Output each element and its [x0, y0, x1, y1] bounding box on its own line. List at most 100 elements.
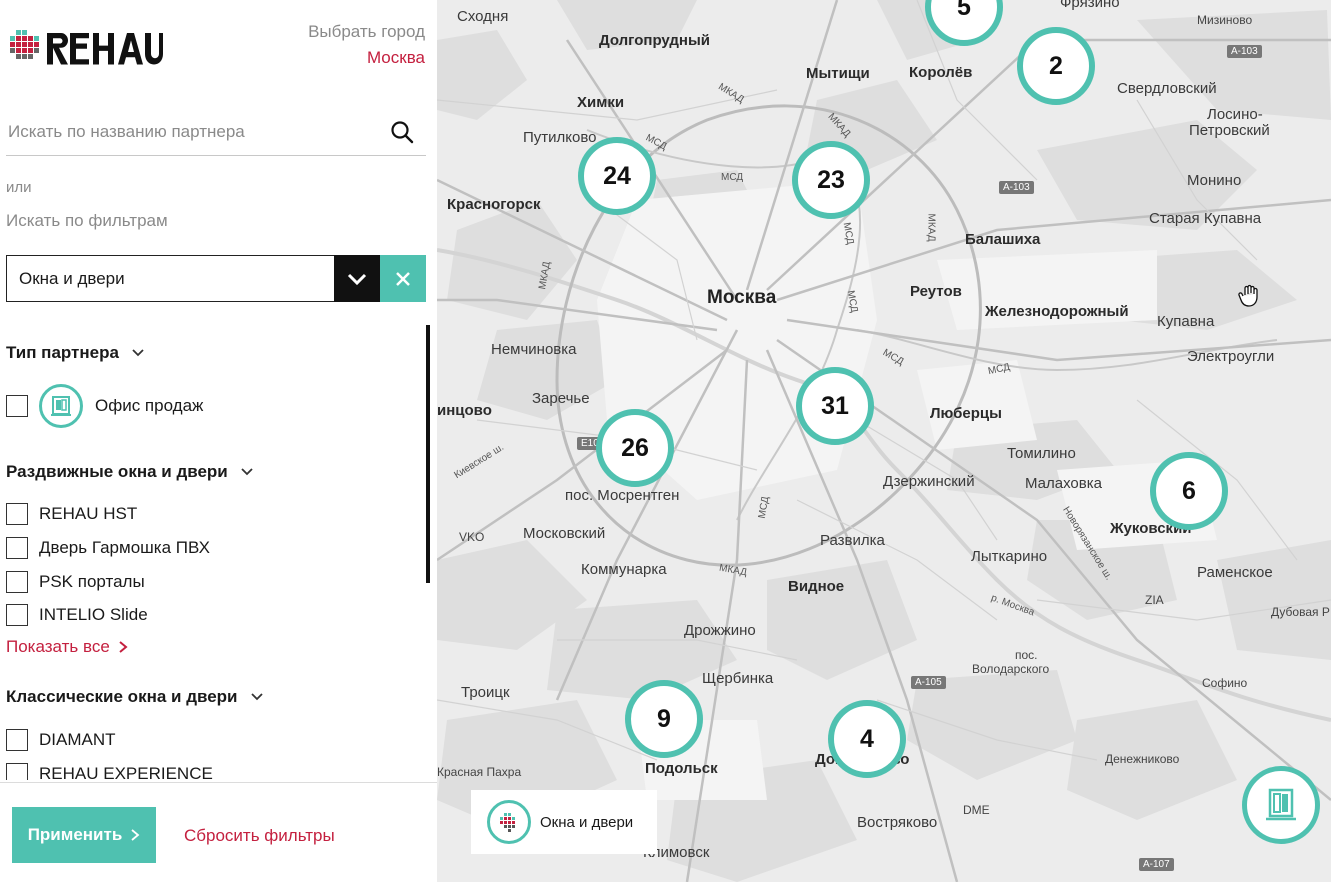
place-label: Заречье — [532, 390, 590, 407]
city-select-link[interactable]: Москва — [367, 48, 425, 68]
partner-search-input[interactable] — [8, 120, 378, 144]
partner-cluster[interactable]: 9 — [625, 680, 703, 758]
place-label: Коммунарка — [581, 561, 667, 578]
place-label: Электроугли — [1187, 348, 1275, 365]
filter-search-label: Искать по фильтрам — [6, 211, 168, 230]
place-label: Московский — [523, 525, 606, 542]
show-all-link[interactable]: Показать все — [6, 637, 130, 657]
apply-label: Применить — [27, 825, 123, 844]
place-label: Немчиновка — [491, 341, 577, 358]
place-label: Москва — [707, 287, 777, 308]
place-label: Денежниково — [1105, 752, 1180, 766]
partner-cluster[interactable]: 26 — [596, 409, 674, 487]
filter-item[interactable]: REHAU HST — [6, 503, 137, 525]
chevron-down-button[interactable] — [334, 255, 380, 302]
partners-map[interactable]: Сходня Долгопрудный Мытищи Королёв Фрязи… — [437, 0, 1331, 882]
chevron-right-icon — [119, 641, 128, 653]
show-all-label: Показать все — [6, 637, 110, 656]
filter-item-label: REHAU EXPERIENCE — [39, 764, 213, 780]
filter-item-sales-office[interactable]: Офис продаж — [6, 384, 203, 428]
filter-item[interactable]: INTELIO Slide — [6, 604, 148, 626]
partner-cluster[interactable]: 4 — [828, 700, 906, 778]
place-label: Развилка — [820, 532, 885, 549]
checkbox[interactable] — [6, 395, 28, 417]
logo-wordmark-icon — [47, 33, 163, 65]
place-label: Лыткарино — [971, 548, 1048, 565]
road-label: МКАД — [925, 213, 937, 242]
place-label: Малаховка — [1025, 475, 1102, 492]
clear-category-button[interactable] — [380, 255, 426, 302]
road-label: МСД — [721, 172, 744, 183]
checkbox[interactable] — [6, 571, 28, 593]
place-label: Востряково — [857, 814, 938, 831]
search-icon[interactable] — [390, 120, 414, 144]
sidebar: Выбрать город Москва или Искать по фильт… — [0, 0, 437, 882]
logo-mark-icon — [10, 29, 39, 59]
place-label: Балашиха — [965, 231, 1041, 248]
windows-doors-category-icon — [487, 800, 531, 844]
place-label: Фрязино — [1060, 0, 1120, 11]
place-label: Щербинка — [702, 670, 774, 687]
group-partner-type[interactable]: Тип партнера — [6, 343, 145, 363]
chevron-down-icon — [347, 273, 367, 285]
filters-scrollbar[interactable] — [426, 325, 430, 583]
reset-filters-link[interactable]: Сбросить фильтры — [184, 826, 335, 846]
place-label: пос. Мосрентген — [565, 487, 680, 504]
chevron-down-icon — [241, 468, 253, 476]
checkbox[interactable] — [6, 729, 28, 751]
rehau-logo[interactable] — [10, 22, 163, 74]
place-label: Купавна — [1157, 313, 1215, 330]
sales-office-icon — [39, 384, 83, 428]
apply-button[interactable]: Применить — [12, 807, 156, 863]
place-label: инцово — [437, 402, 492, 419]
partner-cluster[interactable]: 2 — [1017, 27, 1095, 105]
place-label: Старая Купавна — [1149, 210, 1262, 227]
place-label: Путилково — [523, 129, 597, 146]
place-label: Монино — [1187, 172, 1242, 189]
checkbox[interactable] — [6, 763, 28, 780]
road-badge: A-103 — [999, 181, 1034, 194]
group-classic[interactable]: Классические окна и двери — [6, 687, 264, 707]
group-title: Раздвижные окна и двери — [6, 462, 228, 481]
partner-cluster[interactable]: 31 — [796, 367, 874, 445]
place-label: Раменское — [1197, 564, 1273, 581]
place-label: Дзержинский — [883, 473, 975, 490]
category-select-value[interactable]: Окна и двери — [6, 255, 334, 302]
filter-item[interactable]: Дверь Гармошка ПВХ — [6, 537, 210, 559]
place-label: Свердловский — [1117, 80, 1217, 97]
place-label: пос. — [1015, 648, 1038, 662]
place-label: Мизиново — [1197, 13, 1253, 27]
checkbox[interactable] — [6, 503, 28, 525]
airport-label: VKO — [459, 530, 485, 544]
category-select[interactable]: Окна и двери — [6, 255, 426, 302]
filter-item[interactable]: REHAU EXPERIENCE — [6, 763, 213, 780]
place-label: Дрожжино — [684, 622, 756, 639]
bottom-actions: Применить Сбросить фильтры — [0, 782, 437, 882]
place-label: Дубовая Р — [1271, 605, 1330, 619]
place-label: Сходня — [457, 8, 509, 25]
place-label: Красная Пахра — [437, 765, 522, 779]
filter-item-label: REHAU HST — [39, 504, 138, 523]
place-label: Лосино- — [1207, 106, 1263, 123]
checkbox[interactable] — [6, 537, 28, 559]
place-label: Видное — [788, 578, 845, 595]
place-label: Реутов — [910, 283, 962, 300]
place-label: Химки — [577, 94, 625, 111]
place-label: Петровский — [1189, 122, 1270, 139]
close-icon — [396, 271, 410, 286]
checkbox[interactable] — [6, 604, 28, 626]
partner-cluster[interactable]: 24 — [578, 137, 656, 215]
office-marker[interactable] — [1242, 766, 1320, 844]
partner-cluster[interactable]: 6 — [1150, 452, 1228, 530]
partner-search — [6, 112, 426, 156]
place-label: Томилино — [1007, 445, 1076, 462]
filter-item[interactable]: PSK порталы — [6, 571, 145, 593]
group-sliding[interactable]: Раздвижные окна и двери — [6, 462, 254, 482]
filter-item-label: INTELIO Slide — [39, 605, 148, 624]
partner-cluster[interactable]: 23 — [792, 141, 870, 219]
filters-panel: Тип партнера Офис продаж Раздвижные окна… — [0, 325, 430, 780]
place-label: Железнодорожный — [985, 303, 1129, 320]
hand-cursor-icon — [1238, 284, 1258, 307]
place-label: Люберцы — [930, 405, 1002, 422]
filter-item[interactable]: DIAMANT — [6, 729, 116, 751]
